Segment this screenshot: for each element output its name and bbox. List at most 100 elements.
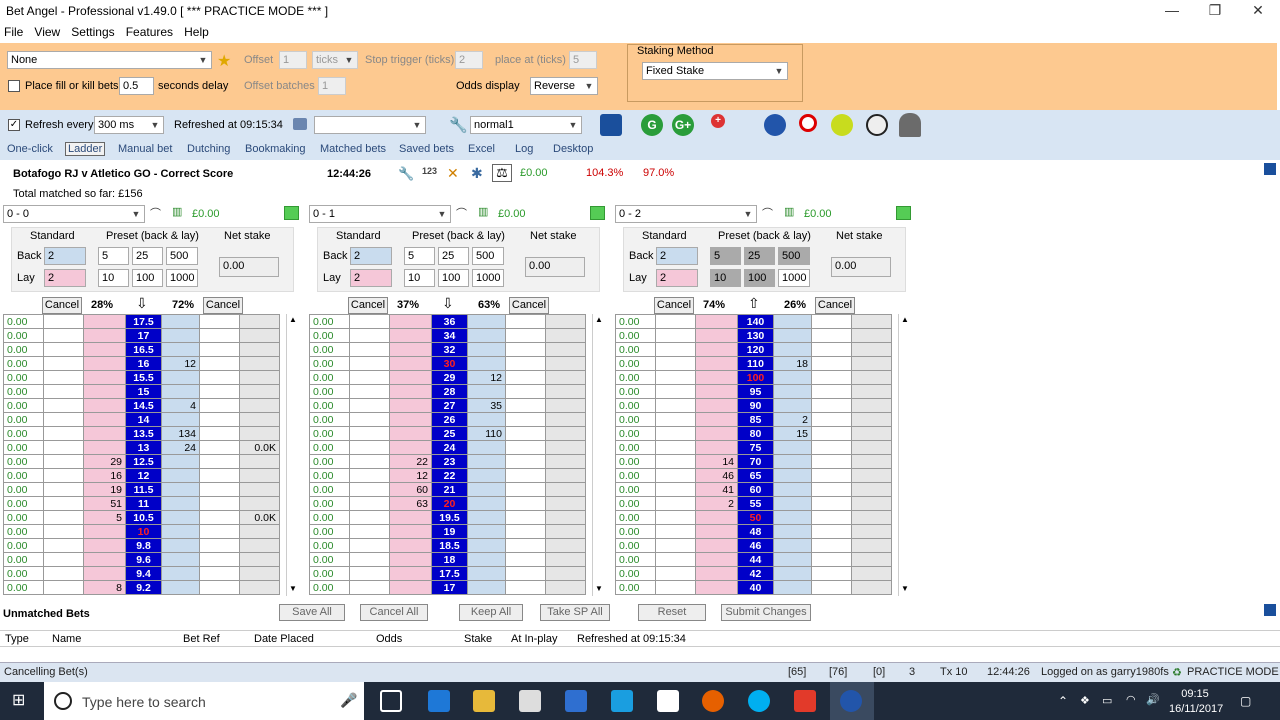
- preset-back-1[interactable]: 25: [438, 247, 469, 265]
- odds-cell[interactable]: 12.5: [125, 454, 162, 469]
- odds-cell[interactable]: 90: [737, 398, 774, 413]
- back-volume-cell[interactable]: 51: [83, 496, 126, 511]
- odds-cell[interactable]: 15: [125, 384, 162, 399]
- column-stake[interactable]: Stake: [464, 633, 492, 645]
- tab-excel[interactable]: Excel: [468, 143, 495, 155]
- back-order-cell[interactable]: [655, 552, 696, 567]
- menu-features[interactable]: Features: [122, 22, 177, 42]
- preset-back-2[interactable]: 500: [778, 247, 810, 265]
- pl-cell[interactable]: 0.00: [309, 524, 350, 539]
- microphone-icon[interactable]: 🎤: [340, 692, 357, 709]
- lay-order-cell[interactable]: [505, 328, 546, 343]
- volume-cell[interactable]: [545, 482, 586, 497]
- back-volume-cell[interactable]: [83, 356, 126, 371]
- lay-volume-cell[interactable]: [467, 552, 506, 567]
- lay-order-cell[interactable]: [505, 384, 546, 399]
- back-volume-cell[interactable]: [83, 342, 126, 357]
- back-order-cell[interactable]: [349, 440, 390, 455]
- preset-lay-2[interactable]: 1000: [472, 269, 504, 287]
- odds-cell[interactable]: 9.4: [125, 566, 162, 581]
- back-volume-cell[interactable]: 12: [389, 468, 432, 483]
- back-volume-cell[interactable]: [695, 328, 738, 343]
- back-order-cell[interactable]: [655, 398, 696, 413]
- star-icon[interactable]: ★: [217, 51, 231, 71]
- lay-volume-cell[interactable]: 2: [773, 412, 812, 427]
- grid-icon[interactable]: ✱: [471, 165, 483, 182]
- volume-cell[interactable]: [851, 314, 892, 329]
- staking-method-select[interactable]: Fixed Stake ▼: [642, 62, 788, 80]
- volume-cell[interactable]: [545, 426, 586, 441]
- lay-volume-cell[interactable]: [161, 454, 200, 469]
- back-volume-cell[interactable]: 2: [695, 496, 738, 511]
- back-volume-cell[interactable]: [389, 328, 432, 343]
- back-volume-cell[interactable]: [389, 398, 432, 413]
- task-view-icon[interactable]: [380, 690, 402, 712]
- back-order-cell[interactable]: [655, 370, 696, 385]
- volume-cell[interactable]: [545, 440, 586, 455]
- fill-kill-checkbox[interactable]: [8, 80, 20, 92]
- lay-order-cell[interactable]: [505, 524, 546, 539]
- chevron-up-icon[interactable]: ⌃: [1058, 694, 1068, 708]
- back-order-cell[interactable]: [655, 314, 696, 329]
- volume-cell[interactable]: [851, 454, 892, 469]
- menu-file[interactable]: File: [0, 22, 27, 42]
- preset-back-1[interactable]: 25: [132, 247, 163, 265]
- volume-cell[interactable]: [851, 370, 892, 385]
- clock-time[interactable]: 09:15: [1169, 688, 1221, 700]
- ticks-select[interactable]: ticks ▼: [312, 51, 358, 69]
- lay-order-cell[interactable]: [811, 328, 852, 343]
- lay-order-cell[interactable]: [199, 440, 240, 455]
- offset-input[interactable]: 1: [279, 51, 307, 69]
- pl-cell[interactable]: 0.00: [615, 356, 656, 371]
- odds-cell[interactable]: 10.5: [125, 510, 162, 525]
- lay-order-cell[interactable]: [505, 440, 546, 455]
- back-volume-cell[interactable]: [695, 510, 738, 525]
- lay-volume-cell[interactable]: [773, 342, 812, 357]
- back-volume-cell[interactable]: [83, 552, 126, 567]
- odds-cell[interactable]: 95: [737, 384, 774, 399]
- back-volume-cell[interactable]: [83, 412, 126, 427]
- lay-volume-cell[interactable]: [773, 580, 812, 595]
- back-volume-cell[interactable]: [83, 566, 126, 581]
- volume-cell[interactable]: [545, 496, 586, 511]
- pl-cell[interactable]: 0.00: [3, 370, 44, 385]
- volume-cell[interactable]: [851, 412, 892, 427]
- lay-volume-cell[interactable]: [773, 482, 812, 497]
- volume-cell[interactable]: [851, 398, 892, 413]
- refresh-checkbox[interactable]: ✓: [8, 119, 20, 131]
- odds-cell[interactable]: 50: [737, 510, 774, 525]
- lay-order-cell[interactable]: [199, 496, 240, 511]
- cancel-back-button[interactable]: Cancel: [348, 297, 388, 314]
- pl-cell[interactable]: 0.00: [309, 580, 350, 595]
- back-volume-cell[interactable]: [83, 328, 126, 343]
- lay-volume-cell[interactable]: [467, 412, 506, 427]
- lay-volume-cell[interactable]: [467, 580, 506, 595]
- lay-order-cell[interactable]: [811, 342, 852, 357]
- back-volume-cell[interactable]: 8: [83, 580, 126, 595]
- pl-cell[interactable]: 0.00: [309, 538, 350, 553]
- lay-volume-cell[interactable]: [773, 510, 812, 525]
- lay-order-cell[interactable]: [811, 552, 852, 567]
- column-date-placed[interactable]: Date Placed: [254, 633, 314, 645]
- column-at-inplay[interactable]: At In-play: [511, 633, 557, 645]
- lay-order-cell[interactable]: [811, 482, 852, 497]
- lay-volume-cell[interactable]: 110: [467, 426, 506, 441]
- offset-batches-input[interactable]: 1: [318, 77, 346, 95]
- back-volume-cell[interactable]: [389, 566, 432, 581]
- back-volume-cell[interactable]: 29: [83, 454, 126, 469]
- menu-help[interactable]: Help: [180, 22, 213, 42]
- pl-cell[interactable]: 0.00: [309, 566, 350, 581]
- odds-cell[interactable]: 25: [431, 426, 468, 441]
- odds-cell[interactable]: 15.5: [125, 370, 162, 385]
- pl-cell[interactable]: 0.00: [615, 482, 656, 497]
- pl-cell[interactable]: 0.00: [3, 328, 44, 343]
- pl-cell[interactable]: 0.00: [309, 328, 350, 343]
- back-volume-cell[interactable]: [695, 398, 738, 413]
- lay-volume-cell[interactable]: [161, 314, 200, 329]
- lay-volume-cell[interactable]: [161, 328, 200, 343]
- pl-cell[interactable]: 0.00: [3, 314, 44, 329]
- preset-lay-1[interactable]: 100: [132, 269, 163, 287]
- back-order-cell[interactable]: [349, 538, 390, 553]
- back-order-cell[interactable]: [655, 342, 696, 357]
- cancel-all-button[interactable]: Cancel All: [360, 604, 428, 621]
